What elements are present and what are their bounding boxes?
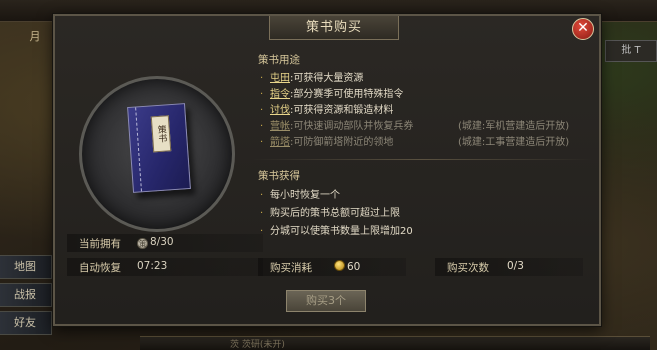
usage-link[interactable]: 指令 [270, 89, 290, 100]
month-tab[interactable]: 月 [20, 28, 50, 46]
usage-item-locked: · 箭塔:可防御箭塔附近的领地 (城建:工事营建造后开放) [258, 135, 594, 151]
usage-desc: :可快速调动部队并恢复兵券 [290, 121, 414, 132]
usage-desc: :部分赛季可使用特殊指令 [290, 89, 404, 100]
gain-item: · 每小时恢复一个 [258, 187, 594, 205]
bottom-status-text: 茨 茨研(未开) [230, 340, 285, 350]
count-row: 购买次数 0/3 [435, 258, 583, 276]
recover-label: 自动恢复 [79, 262, 121, 274]
cost-value-wrap: 60 [334, 260, 360, 273]
gain-item: · 购买后的策书总额可超过上限 [258, 205, 594, 223]
cost-value: 60 [347, 261, 361, 273]
book-spine [130, 107, 142, 192]
recover-row: 自动恢复 07:23 [67, 258, 263, 276]
bullet-icon: · [260, 137, 264, 148]
usage-title: 策书用途 [258, 54, 300, 66]
side-menu-battle-report[interactable]: 战报 [0, 283, 52, 307]
bullet-icon: · [260, 208, 264, 219]
right-side-button[interactable]: 批 T [605, 40, 657, 62]
count-value: 0/3 [507, 260, 524, 272]
count-label: 购买次数 [447, 262, 489, 274]
usage-item-locked: · 营帐:可快速调动部队并恢复兵券 (城建:军机营建造后开放) [258, 119, 594, 135]
side-menu-map[interactable]: 地图 [0, 255, 52, 279]
book-portrait: 策书 [79, 76, 235, 232]
book-cover-label: 策书 [150, 115, 172, 153]
gain-text: 分城可以使策书数量上限增加20 [270, 226, 413, 237]
usage-item: · 指令:部分赛季可使用特殊指令 [258, 87, 594, 103]
usage-unlock-note: (城建:工事营建造后开放) [458, 137, 570, 148]
description-panel: 策书用途 · 屯田:可获得大量资源 · 指令:部分赛季可使用特殊指令 · 讨伐:… [252, 52, 594, 241]
owned-value-wrap: 策 8/30 [137, 236, 174, 249]
cost-row: 购买消耗 60 [258, 258, 406, 276]
owned-row: 当前拥有 策 8/30 [67, 234, 263, 252]
bullet-icon: · [260, 226, 264, 237]
gold-coin-icon [334, 260, 345, 271]
bullet-icon: · [260, 73, 264, 84]
usage-link[interactable]: 营帐 [270, 121, 290, 132]
gain-text: 购买后的策书总额可超过上限 [270, 208, 400, 219]
owned-value: 8/30 [150, 236, 174, 248]
side-menu: 地图 战报 好友 [0, 255, 52, 339]
gain-item: · 分城可以使策书数量上限增加20 [258, 223, 594, 241]
bullet-icon: · [260, 190, 264, 201]
owned-label: 当前拥有 [79, 238, 121, 250]
recover-value: 07:23 [137, 260, 168, 272]
buy-button[interactable]: 购买3个 [286, 290, 366, 312]
strategy-book-icon: 策书 [127, 103, 191, 193]
usage-desc: :可获得大量资源 [290, 73, 364, 84]
bullet-icon: · [260, 121, 264, 132]
gain-title: 策书获得 [258, 170, 300, 182]
usage-item: · 屯田:可获得大量资源 [258, 71, 594, 87]
gain-text: 每小时恢复一个 [270, 190, 340, 201]
bullet-icon: · [260, 105, 264, 116]
cost-label: 购买消耗 [270, 262, 312, 274]
bullet-icon: · [260, 89, 264, 100]
usage-link[interactable]: 讨伐 [270, 105, 290, 116]
usage-desc: :可获得资源和锻造材料 [290, 105, 394, 116]
usage-unlock-note: (城建:军机营建造后开放) [458, 121, 570, 132]
section-divider [252, 159, 592, 160]
side-menu-friends[interactable]: 好友 [0, 311, 52, 335]
usage-desc: :可防御箭塔附近的领地 [290, 137, 394, 148]
close-button[interactable]: ✕ [572, 18, 594, 40]
usage-link[interactable]: 屯田 [270, 73, 290, 84]
book-purchase-dialog: 策书购买 ✕ 策书 当前拥有 策 8/30 自动恢复 07:23 策书用途 · 屯… [53, 14, 601, 326]
usage-item: · 讨伐:可获得资源和锻造材料 [258, 103, 594, 119]
usage-link[interactable]: 箭塔 [270, 137, 290, 148]
dialog-title: 策书购买 [269, 16, 399, 40]
bottom-status-strip: 茨 茨研(未开) [140, 336, 650, 350]
book-count-icon: 策 [137, 238, 148, 249]
